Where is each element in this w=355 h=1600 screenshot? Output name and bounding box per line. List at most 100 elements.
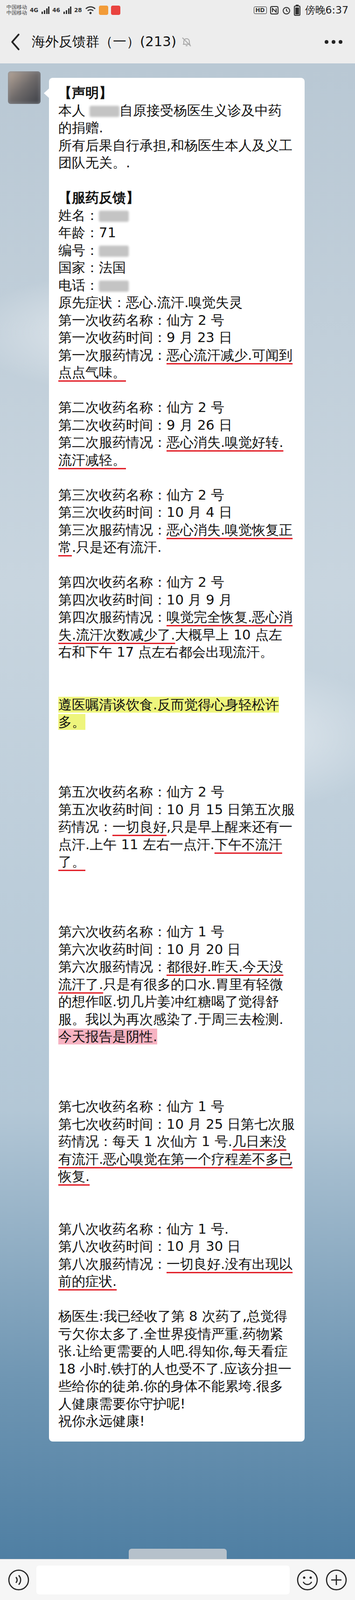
message-text: 【声明】: [58, 84, 113, 101]
message-text: 所有后果自行承担,和杨医生本人及义工团队无关。.: [58, 137, 293, 172]
message-line: 第三次收药时间：10 月 4 日: [58, 504, 296, 523]
message-line: 第一次服药情况：恶心流汗减少.可闻到点点气味。: [58, 347, 296, 383]
message-line: 第二次收药名称：仙方 2 号: [58, 399, 296, 418]
plus-icon[interactable]: [325, 1570, 348, 1593]
speed-label: 28: [74, 6, 83, 14]
alarm-icon: [281, 5, 292, 15]
redacted-text: [98, 245, 129, 258]
message-text: 第五次收药名称：仙方 2 号: [58, 784, 225, 801]
message-line: [58, 679, 296, 697]
network-label: 4G: [29, 6, 39, 14]
message-line: 第六次收药时间：10 月 20 日: [58, 941, 296, 960]
message-line: 第五次收药时间：10 月 15 日第五次服药情况：一切良好,只是早上醒来还有一点…: [58, 801, 296, 872]
redacted-text: [98, 280, 129, 293]
voice-icon[interactable]: [7, 1570, 30, 1593]
message-line: 第三次服药情况：恶心消失.嗅觉恢复正常.只是还有流汗.: [58, 522, 296, 557]
message-bubble[interactable]: 【声明】本人 自原接受杨医生义诊及中药的捐赠.所有后果自行承担,和杨医生本人及义…: [48, 77, 305, 1443]
message-line: [58, 1081, 296, 1100]
message-text: 本人: [58, 102, 90, 119]
chat-title: 海外反馈群（一）(213): [31, 32, 177, 52]
message-line: 所有后果自行承担,和杨医生本人及义工团队无关。.: [58, 137, 296, 173]
message-text: 第六次服药情况：: [58, 959, 167, 976]
message-text: 遵医嘱清谈饮食.反而觉得心身轻松许多。: [58, 697, 279, 731]
message-line: [58, 382, 296, 400]
message-line: 电话：: [58, 277, 296, 295]
message-line: 第八次收药时间：10 月 30 日: [58, 1239, 296, 1257]
message-text: 第六次收药名称：仙方 1 号: [58, 924, 225, 941]
clock: 傍晚6:37: [305, 3, 349, 18]
message-line: 国家：法国: [58, 259, 296, 278]
message-text: 第一次收药名称：仙方 2 号: [58, 312, 225, 329]
message-text: 第六次收药时间：10 月 20 日: [58, 942, 241, 959]
message-text: 【服药反馈】: [58, 189, 140, 206]
chat-area: 【声明】本人 自原接受杨医生义诊及中药的捐赠.所有后果自行承担,和杨医生本人及义…: [0, 63, 355, 1561]
mute-bell-icon: [180, 36, 193, 48]
message-text: 今天报告是阴性.: [58, 1029, 158, 1046]
battery-icon: [293, 4, 301, 16]
back-icon[interactable]: [10, 33, 21, 51]
message-text: 第八次收药名称：仙方 1 号.: [58, 1222, 229, 1239]
message-line: 第一次收药时间：9 月 23 日: [58, 329, 296, 348]
message-line: 第二次收药时间：9 月 26 日: [58, 417, 296, 435]
message-row: 【声明】本人 自原接受杨医生义诊及中药的捐赠.所有后果自行承担,和杨医生本人及义…: [0, 71, 355, 1443]
message-line: [58, 1186, 296, 1205]
message-line: 第四次服药情况：嗅觉完全恢复.恶心消失.流汗次数减少了.大概早上 10 点左右和…: [58, 609, 296, 662]
carrier-label: 中国移动: [6, 4, 28, 11]
signal-label: 46: [52, 6, 61, 14]
message-text: 一切良好: [112, 819, 167, 836]
status-bar: 中国移动中国移动4G 46 28 HD 傍晚6:37: [0, 0, 355, 21]
carrier-labels: 中国移动中国移动: [6, 4, 28, 16]
message-line: [58, 172, 296, 190]
message-text: 第三次收药名称：仙方 2 号: [58, 487, 225, 504]
message-line: 第二次服药情况：恶心消失.嗅觉好转.流汗减轻。: [58, 434, 296, 470]
message-text: 第二次收药时间：9 月 26 日: [58, 417, 233, 434]
message-line: 原先症状：恶心.流汗.嗅觉失灵: [58, 294, 296, 313]
message-text: 第四次收药名称：仙方 2 号: [58, 574, 225, 591]
message-line: 杨医生:我已经收了第 8 次药了,总觉得亏欠你太多了.全世界疫情严重.药物紧张.…: [58, 1308, 296, 1414]
carrier-label: 中国移动: [6, 10, 28, 16]
hd-badge: HD: [253, 6, 267, 14]
message-line: [58, 906, 296, 925]
message-line: 【声明】: [58, 84, 296, 103]
message-line: 姓名：: [58, 207, 296, 225]
time-divider: [128, 1550, 227, 1561]
message-line: 第一次收药名称：仙方 2 号: [58, 312, 296, 330]
sender-avatar[interactable]: [7, 71, 41, 105]
message-text: 第一次服药情况：: [58, 347, 167, 364]
message-text: 第七次收药名称：仙方 1 号: [58, 1099, 225, 1116]
message-text: 祝你永远健康!: [58, 1414, 146, 1431]
message-line: 【服药反馈】: [58, 189, 296, 208]
message-line: [58, 556, 296, 575]
message-text: 电话：: [58, 277, 99, 294]
redacted-text: [98, 210, 129, 223]
message-text: 第八次收药时间：10 月 30 日: [58, 1239, 241, 1256]
message-line: 年龄：71: [58, 224, 296, 243]
message-text: 第一次收药时间：9 月 23 日: [58, 329, 233, 346]
message-text: 原先症状：恶心.流汗.嗅觉失灵: [58, 294, 243, 311]
chat-screen: 中国移动中国移动4G 46 28 HD 傍晚6:37 海外反馈群（一）(213) 【声明】本…: [0, 0, 355, 1600]
more-icon[interactable]: [324, 39, 343, 45]
signal-icon: [62, 6, 72, 14]
message-text: 国家：法国: [58, 259, 126, 276]
message-text: 年龄：71: [58, 224, 117, 241]
message-text: 第四次收药时间：10 月 9 月: [58, 592, 233, 609]
message-text: 编号：: [58, 242, 99, 259]
message-line: [58, 469, 296, 488]
message-input[interactable]: [36, 1566, 290, 1596]
app-notification-icon: [111, 5, 121, 15]
message-text: 第八次服药情况：: [58, 1257, 167, 1274]
emoji-icon[interactable]: [296, 1570, 319, 1593]
signal-icon: [41, 6, 50, 14]
app-notification-icon: [98, 5, 109, 15]
wifi-icon: [84, 6, 97, 15]
message-line: 第三次收药名称：仙方 2 号: [58, 487, 296, 505]
message-text: 杨医生:我已经收了第 8 次药了,总觉得亏欠你太多了.全世界疫情严重.药物紧张.…: [58, 1309, 292, 1414]
message-text: 第三次服药情况：: [58, 522, 167, 539]
message-line: 第四次收药时间：10 月 9 月: [58, 591, 296, 610]
message-text: .只是还有流汗.: [71, 539, 162, 556]
